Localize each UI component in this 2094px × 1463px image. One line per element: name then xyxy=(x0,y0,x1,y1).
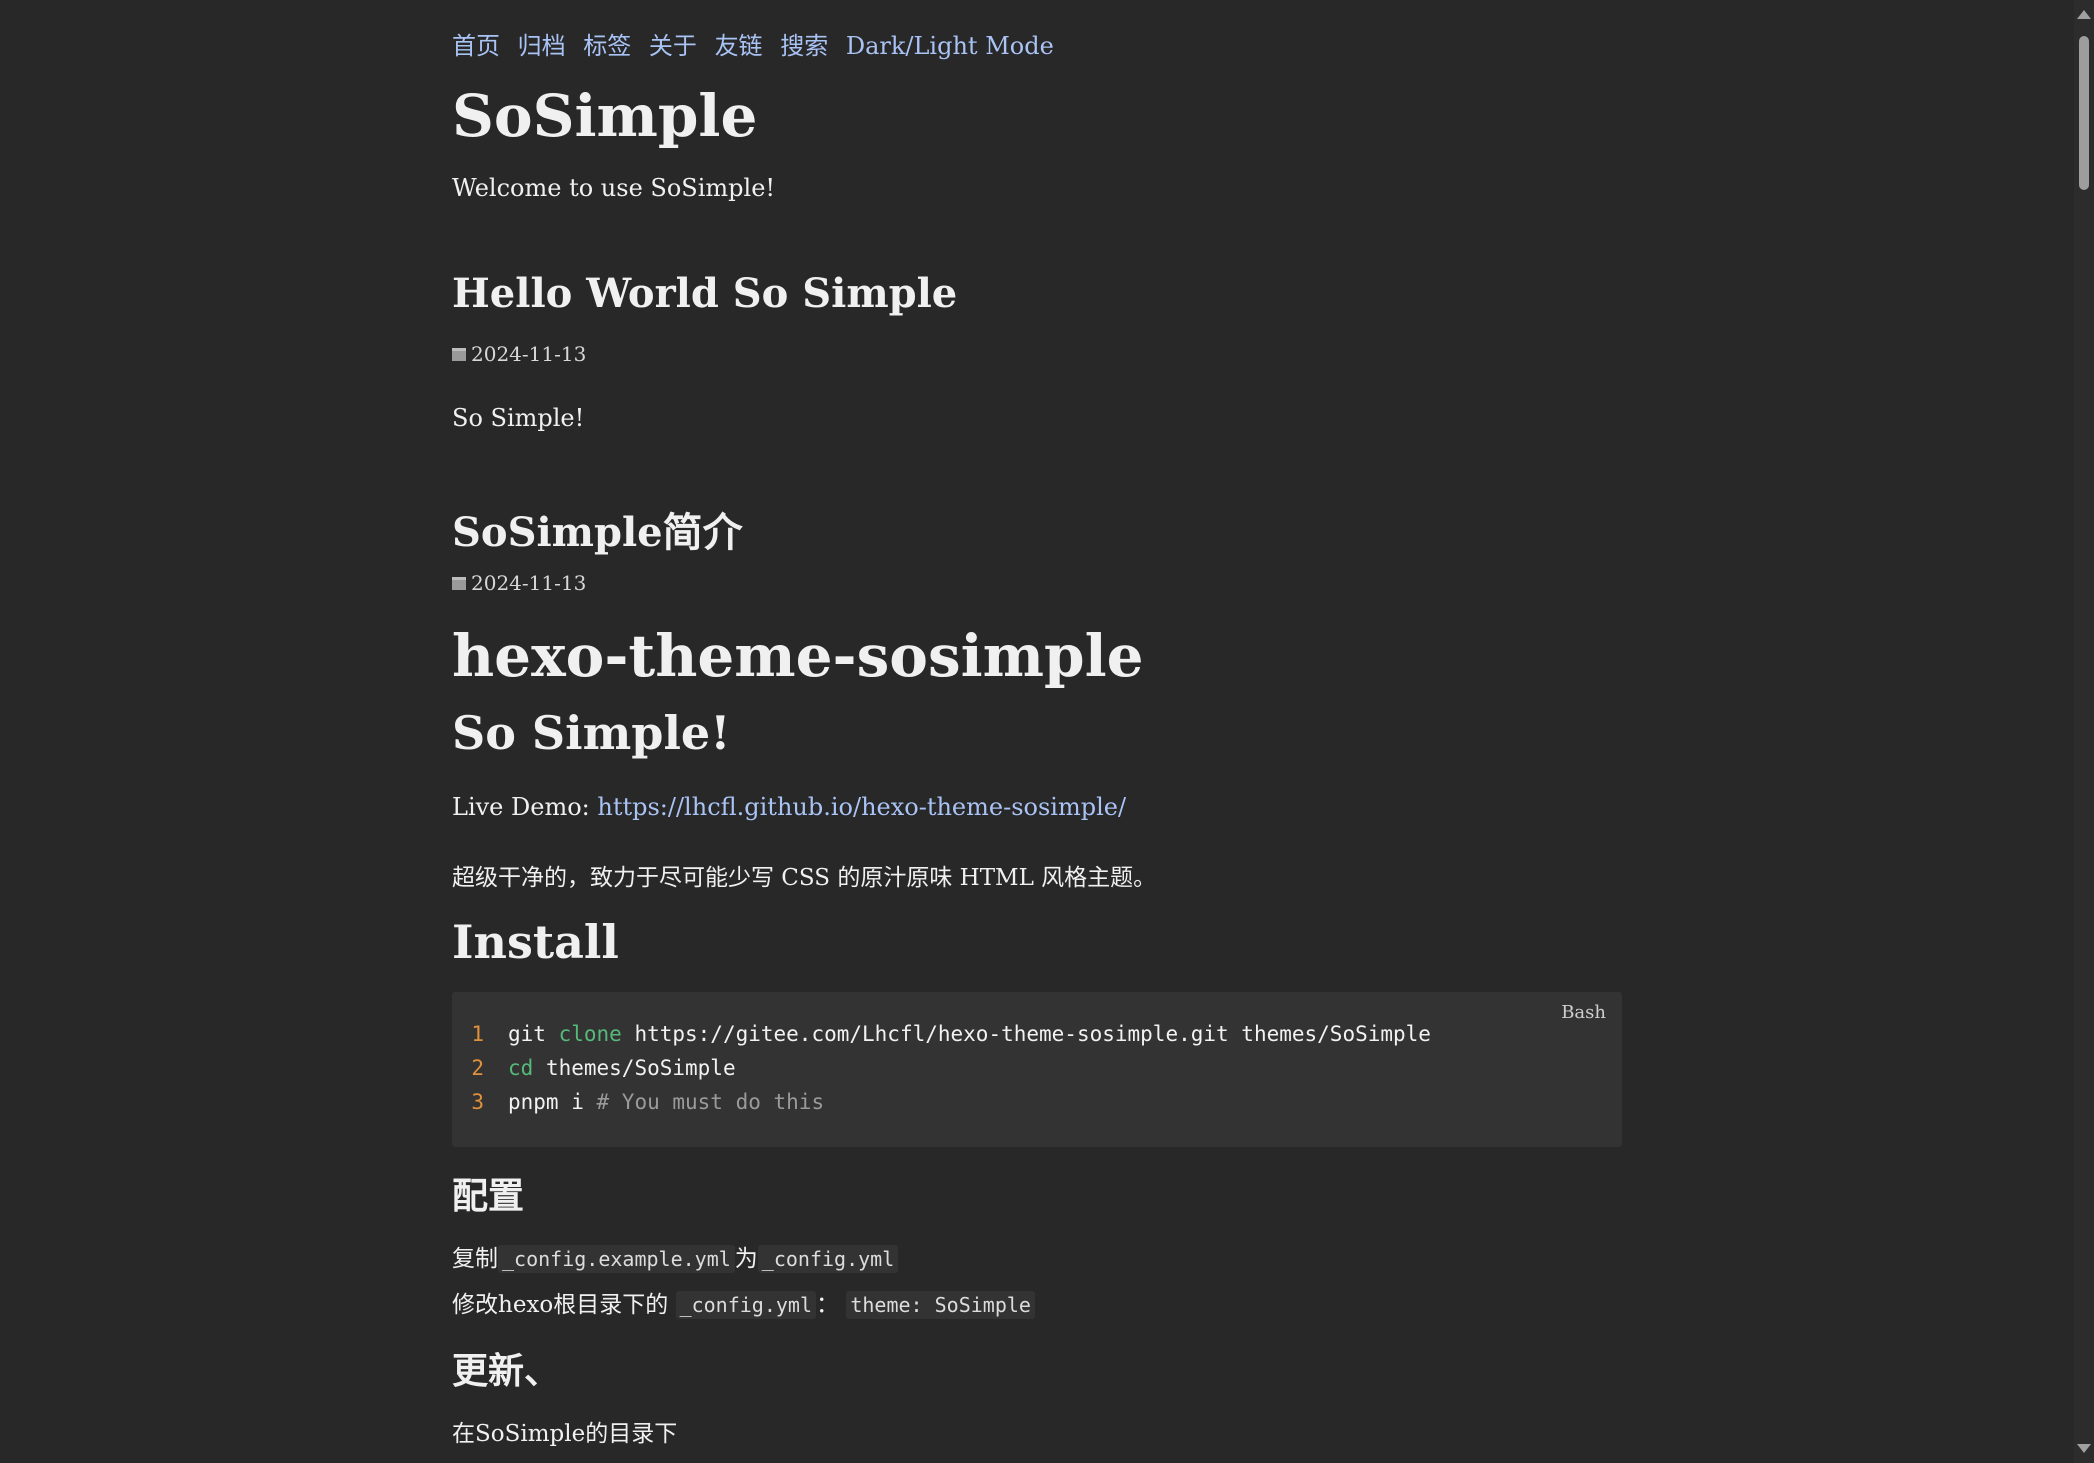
nav-tags[interactable]: 标签 xyxy=(583,32,631,60)
post-title-hello-world[interactable]: Hello World So Simple xyxy=(452,270,957,317)
page: 首页 归档 标签 关于 友链 搜索 Dark/Light Mode SoSimp… xyxy=(0,0,2094,1463)
calendar-icon xyxy=(452,576,466,590)
nav-search[interactable]: 搜索 xyxy=(780,32,828,60)
nav-dark-light-toggle[interactable]: Dark/Light Mode xyxy=(846,32,1054,60)
code-line: 3 pnpm i # You must do this xyxy=(471,1090,825,1114)
inline-code: _config.yml xyxy=(757,1245,899,1273)
article-heading: hexo-theme-sosimple xyxy=(452,622,1144,690)
code-line: 1 git clone https://gitee.com/Lhcfl/hexo-… xyxy=(471,1022,1431,1046)
scroll-up-arrow-icon[interactable] xyxy=(2077,10,2091,19)
post-title-text[interactable]: SoSimple简介 xyxy=(452,509,743,556)
scroll-down-arrow-icon[interactable] xyxy=(2077,1444,2091,1453)
config-line-2: 修改hexo根目录下的 _config.yml： theme: SoSimple xyxy=(452,1285,1035,1319)
article-subheading: So Simple! xyxy=(452,706,731,760)
live-demo-label: Live Demo: xyxy=(452,793,598,821)
post-date-text: 2024-11-13 xyxy=(471,342,587,366)
inline-code: _config.yml xyxy=(675,1291,817,1319)
code-line: 2 cd themes/SoSimple xyxy=(471,1056,736,1080)
update-heading: 更新、 xyxy=(452,1350,561,1392)
code-language-label: Bash xyxy=(1561,1002,1606,1023)
live-demo-link[interactable]: https://lhcfl.github.io/hexo-theme-sosim… xyxy=(597,793,1126,821)
post-date: 2024-11-13 xyxy=(452,571,586,595)
post-title-sosimple-intro[interactable]: SoSimple简介 xyxy=(452,500,743,558)
inline-code: _config.example.yml xyxy=(498,1245,735,1273)
vertical-scrollbar[interactable] xyxy=(2074,0,2094,1463)
post-title-text[interactable]: Hello World So Simple xyxy=(452,270,957,317)
intro-text: 超级干净的，致力于尽可能少写 CSS 的原汁原味 HTML 风格主题。 xyxy=(452,865,1157,891)
post-date: 2024-11-13 xyxy=(452,342,586,366)
site-description: Welcome to use SoSimple! xyxy=(452,174,776,202)
calendar-icon xyxy=(452,347,466,361)
site-title: SoSimple xyxy=(452,82,758,150)
post-excerpt: So Simple! xyxy=(452,404,585,432)
nav-friends[interactable]: 友链 xyxy=(715,32,763,60)
nav-about[interactable]: 关于 xyxy=(649,32,697,60)
post-date-text: 2024-11-13 xyxy=(471,571,587,595)
live-demo-line: Live Demo: https://lhcfl.github.io/hexo-… xyxy=(452,793,1126,821)
top-nav: 首页 归档 标签 关于 友链 搜索 Dark/Light Mode xyxy=(452,26,1064,61)
config-heading: 配置 xyxy=(452,1175,525,1217)
nav-archive[interactable]: 归档 xyxy=(518,32,566,60)
install-heading: Install xyxy=(452,915,619,969)
scrollbar-thumb[interactable] xyxy=(2079,36,2089,190)
update-text: 在SoSimple的目录下 xyxy=(452,1421,678,1447)
inline-code: theme: SoSimple xyxy=(846,1291,1035,1319)
nav-home[interactable]: 首页 xyxy=(452,32,500,60)
config-line-1: 复制 _config.example.yml 为 _config.yml xyxy=(452,1239,899,1273)
code-block: Bash 1 git clone https://gitee.com/Lhcfl/… xyxy=(452,992,1622,1147)
